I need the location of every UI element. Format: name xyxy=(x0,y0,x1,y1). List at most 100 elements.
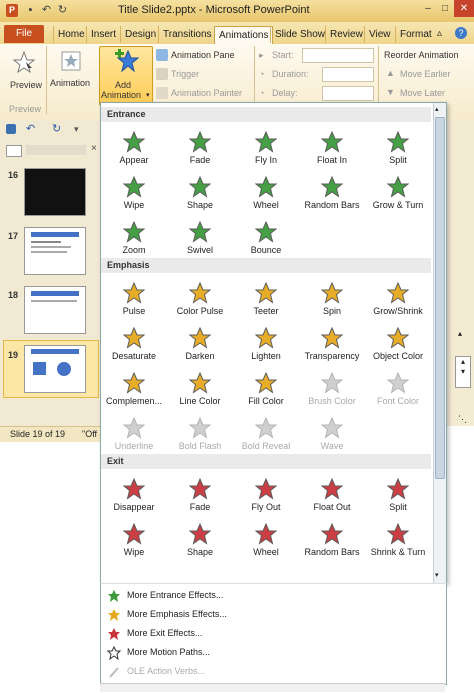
ole-action-verbs[interactable]: OLE Action Verbs... xyxy=(107,662,205,680)
effect-label: Fly Out xyxy=(251,502,281,512)
outline-tab[interactable] xyxy=(26,145,86,155)
undo-icon[interactable]: ↶ xyxy=(26,122,35,135)
more-emphasis-effects[interactable]: More Emphasis Effects... xyxy=(107,605,227,623)
more-motion-paths[interactable]: More Motion Paths... xyxy=(107,643,210,661)
start-select[interactable] xyxy=(302,48,374,63)
tab-insert[interactable]: Insert xyxy=(86,26,120,43)
effect-exit-shape[interactable]: Shape xyxy=(167,515,233,560)
slide-thumbnail-18[interactable] xyxy=(24,286,86,334)
close-panel-icon[interactable]: × xyxy=(91,143,97,154)
maximize-button[interactable]: □ xyxy=(437,0,453,17)
effect-entrance-swivel[interactable]: Swivel xyxy=(167,213,233,258)
animation-painter-button[interactable]: Animation Painter xyxy=(171,88,242,98)
effect-exit-fly-out[interactable]: Fly Out xyxy=(233,470,299,515)
effect-emphasis-spin[interactable]: Spin xyxy=(299,274,365,319)
powerpoint-app-icon[interactable]: P xyxy=(6,4,18,17)
effect-emphasis-color-pulse[interactable]: Color Pulse xyxy=(167,274,233,319)
effect-emphasis-bold-reveal[interactable]: Bold Reveal xyxy=(233,409,299,454)
more-entrance-effects[interactable]: More Entrance Effects... xyxy=(107,586,223,604)
effect-emphasis-object-color[interactable]: Object Color xyxy=(365,319,431,364)
effect-entrance-shape[interactable]: Shape xyxy=(167,168,233,213)
duration-input[interactable] xyxy=(322,67,374,82)
more-exit-effects[interactable]: More Exit Effects... xyxy=(107,624,202,642)
animation-pane-button[interactable]: Animation Pane xyxy=(171,50,235,60)
effect-emphasis-bold-flash[interactable]: Bold Flash xyxy=(167,409,233,454)
effect-entrance-zoom[interactable]: Zoom xyxy=(101,213,167,258)
effect-star-icon xyxy=(321,176,343,198)
slides-tab-icon[interactable] xyxy=(6,145,22,157)
effect-entrance-appear[interactable]: Appear xyxy=(101,123,167,168)
effect-entrance-float-in[interactable]: Float In xyxy=(299,123,365,168)
effect-label: Desaturate xyxy=(111,351,157,361)
slide-thumbnail-16[interactable] xyxy=(24,168,86,216)
effect-entrance-wipe[interactable]: Wipe xyxy=(101,168,167,213)
effect-emphasis-grow-shrink[interactable]: Grow/Shrink xyxy=(365,274,431,319)
delay-input[interactable] xyxy=(322,86,374,101)
effect-entrance-bounce[interactable]: Bounce xyxy=(233,213,299,258)
minimize-button[interactable]: – xyxy=(420,0,436,17)
effect-emphasis-brush-color[interactable]: Brush Color xyxy=(299,364,365,409)
effect-exit-shrink-turn[interactable]: Shrink & Turn xyxy=(365,515,431,560)
effect-exit-float-out[interactable]: Float Out xyxy=(299,470,365,515)
effect-emphasis-wave[interactable]: Wave xyxy=(299,409,365,454)
save-icon[interactable] xyxy=(6,124,16,136)
tab-format[interactable]: Format xyxy=(395,26,436,43)
effect-exit-split[interactable]: Split xyxy=(365,470,431,515)
effect-emphasis-lighten[interactable]: Lighten xyxy=(233,319,299,364)
prev-next-slide-buttons[interactable]: ▴ ▾ xyxy=(455,356,471,388)
tab-file[interactable]: File xyxy=(4,25,44,43)
undo-icon[interactable]: ↶ xyxy=(40,4,53,17)
effect-emphasis-teeter[interactable]: Teeter xyxy=(233,274,299,319)
move-earlier-button[interactable]: Move Earlier xyxy=(400,69,451,79)
effect-entrance-fly-in[interactable]: Fly In xyxy=(233,123,299,168)
tab-transitions[interactable]: Transitions xyxy=(158,26,216,43)
effect-emphasis-pulse[interactable]: Pulse xyxy=(101,274,167,319)
effect-entrance-split[interactable]: Split xyxy=(365,123,431,168)
effect-exit-wipe[interactable]: Wipe xyxy=(101,515,167,560)
slide-thumbnail-17[interactable] xyxy=(24,227,86,275)
resize-grip[interactable] xyxy=(100,683,445,692)
gallery-scroll-thumb[interactable] xyxy=(435,117,445,479)
tab-view[interactable]: View xyxy=(364,26,395,43)
effect-entrance-random-bars[interactable]: Random Bars xyxy=(299,168,365,213)
effect-exit-random-bars[interactable]: Random Bars xyxy=(299,515,365,560)
redo-icon[interactable]: ↻ xyxy=(56,4,69,17)
save-icon[interactable]: ▪ xyxy=(24,4,37,17)
effect-exit-wheel[interactable]: Wheel xyxy=(233,515,299,560)
move-later-button[interactable]: Move Later xyxy=(400,88,445,98)
effect-emphasis-line-color[interactable]: Line Color xyxy=(167,364,233,409)
animation-gallery-button[interactable]: Animation xyxy=(50,78,90,88)
effect-emphasis-fill-color[interactable]: Fill Color xyxy=(233,364,299,409)
scroll-up-icon[interactable]: ▴ xyxy=(458,329,462,338)
tab-review[interactable]: Review xyxy=(325,26,367,43)
effect-emphasis-underline[interactable]: Underline xyxy=(101,409,167,454)
close-button[interactable]: ✕ xyxy=(454,0,474,17)
effect-emphasis-complemen[interactable]: Complemen... xyxy=(101,364,167,409)
effect-emphasis-font-color[interactable]: Font Color xyxy=(365,364,431,409)
tab-animations[interactable]: Animations xyxy=(214,26,274,45)
effect-emphasis-transparency[interactable]: Transparency xyxy=(299,319,365,364)
effect-exit-fade[interactable]: Fade xyxy=(167,470,233,515)
effect-entrance-fade[interactable]: Fade xyxy=(167,123,233,168)
customize-toolbar-icon[interactable]: ▾ xyxy=(74,124,79,135)
gallery-scroll-up-icon[interactable]: ▴ xyxy=(435,105,439,113)
effect-entrance-wheel[interactable]: Wheel xyxy=(233,168,299,213)
resize-grip-icon[interactable]: ⋱ xyxy=(458,414,467,425)
effect-entrance-grow-turn[interactable]: Grow & Turn xyxy=(365,168,431,213)
effect-label: Bold Reveal xyxy=(241,441,291,451)
preview-button[interactable]: Preview xyxy=(10,80,42,90)
trigger-button[interactable]: Trigger xyxy=(171,69,199,79)
effect-exit-disappear[interactable]: Disappear xyxy=(101,470,167,515)
animation-styles-icon[interactable] xyxy=(60,50,82,72)
tab-home[interactable]: Home xyxy=(53,26,89,43)
slide-thumbnail-19[interactable] xyxy=(24,345,86,393)
effect-emphasis-darken[interactable]: Darken xyxy=(167,319,233,364)
minimize-ribbon-icon[interactable]: ▵ xyxy=(437,28,442,39)
tab-design[interactable]: Design xyxy=(120,26,160,43)
tab-slide-show[interactable]: Slide Show xyxy=(270,26,329,43)
effect-emphasis-desaturate[interactable]: Desaturate xyxy=(101,319,167,364)
preview-icon[interactable] xyxy=(12,50,36,74)
gallery-scroll-down-icon[interactable]: ▾ xyxy=(435,571,439,579)
repeat-icon[interactable]: ↻ xyxy=(52,122,61,135)
help-icon[interactable]: ? xyxy=(455,27,467,39)
